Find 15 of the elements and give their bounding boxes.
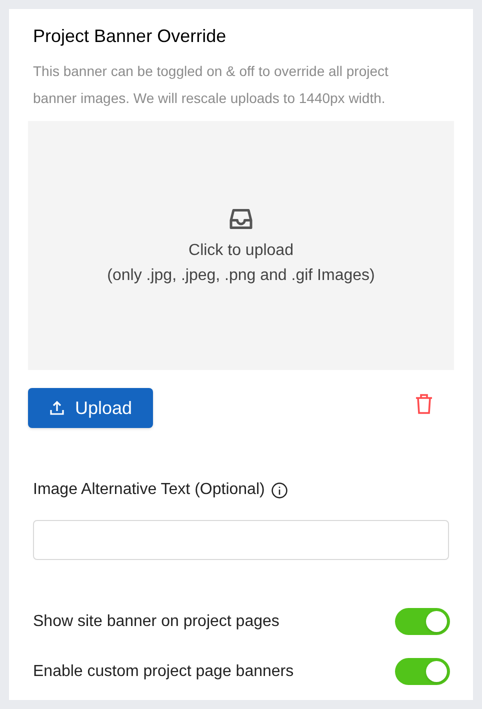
info-icon[interactable] [270,482,288,498]
field-label: Image Alternative Text (Optional) [33,480,265,500]
upload-dropzone[interactable]: Click to upload (only .jpg, .jpeg, .png and .gif Images) [28,121,454,370]
section-title: Project Banner Override [33,25,228,48]
trash-icon[interactable] [414,393,434,415]
toggle-label: Enable custom project page banners [33,662,294,682]
upload-button[interactable]: Upload [28,388,153,428]
toggle-switch[interactable] [395,658,450,685]
description: This banner can be toggled on & off to override all project banner images. We will rescale uploads to 1440px width. [33,62,390,108]
alt-text-input[interactable] [33,520,449,560]
toggle-label: Show site banner on project pages [33,612,280,632]
toggle-switch[interactable] [395,608,450,635]
upload-hint: Click to upload [188,240,294,260]
upload-icon [48,400,65,416]
file-types-hint: (only .jpg, .jpeg, .png and .gif Images) [107,266,375,286]
